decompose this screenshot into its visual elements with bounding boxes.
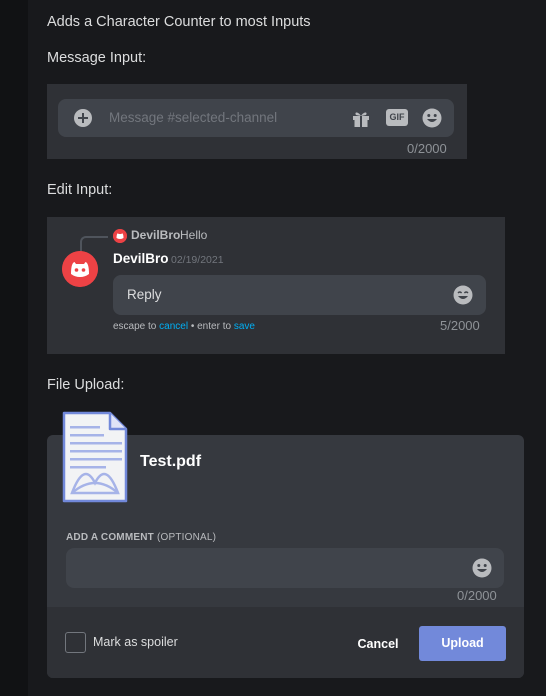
message-character-counter: 0/2000 [407,141,447,156]
file-name: Test.pdf [140,453,202,470]
reply-author[interactable]: DevilBro [131,228,180,242]
gift-icon[interactable] [351,108,371,128]
reply-text: Hello [180,228,208,242]
spoiler-checkbox[interactable] [65,632,86,653]
reply-avatar-icon [113,229,127,243]
cancel-button[interactable]: Cancel [343,628,413,660]
gif-icon[interactable]: GIF [386,109,408,126]
file-upload-label: File Upload: [47,377,125,393]
comment-character-counter: 0/2000 [457,588,497,603]
document-icon [62,411,128,503]
plugin-description: Adds a Character Counter to most Inputs [47,14,311,30]
emoji-icon[interactable] [472,558,492,578]
left-strip [0,0,28,696]
edit-input-preview: DevilBro Hello DevilBro 02/19/2021 Reply… [47,217,505,354]
edit-input-value: Reply [127,287,162,302]
settings-content: Adds a Character Counter to most Inputs … [28,0,546,696]
message-placeholder: Message #selected-channel [109,110,278,125]
edit-character-counter: 5/2000 [440,318,480,333]
edit-hint: escape to cancel • enter to save [113,321,255,332]
modal-footer: Mark as spoiler Cancel Upload [47,607,524,678]
emoji-icon[interactable] [422,108,442,128]
hint-escape-text: escape to [113,321,160,332]
reply-connector [80,236,108,252]
upload-button[interactable]: Upload [419,626,506,661]
edit-input-label: Edit Input: [47,182,113,198]
comment-input[interactable] [66,548,504,588]
comment-label-text: ADD A COMMENT [66,532,154,543]
comment-label: ADD A COMMENT (OPTIONAL) [66,532,216,543]
user-avatar[interactable] [62,251,98,287]
save-link[interactable]: save [234,321,255,332]
message-timestamp: 02/19/2021 [171,254,224,266]
edit-message-input[interactable]: Reply [113,275,486,315]
message-author[interactable]: DevilBro [113,251,169,266]
spoiler-label[interactable]: Mark as spoiler [93,635,178,649]
message-input-preview: Message #selected-channel GIF 0/2000 [47,84,467,159]
cancel-link[interactable]: cancel [159,321,188,332]
add-attachment-icon[interactable] [74,109,92,127]
message-input[interactable]: Message #selected-channel GIF [58,99,454,137]
comment-optional-text: (OPTIONAL) [156,532,217,543]
file-upload-modal: Test.pdf ADD A COMMENT (OPTIONAL) 0/2000… [47,411,524,678]
hint-enter-text: • enter to [188,321,234,332]
emoji-icon[interactable] [453,285,473,305]
message-input-label: Message Input: [47,50,147,66]
